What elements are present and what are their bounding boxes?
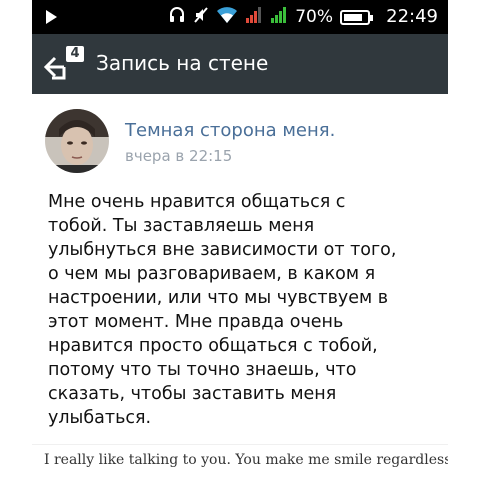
- battery-icon: [340, 9, 373, 25]
- wifi-icon: [216, 6, 238, 28]
- post-timestamp: вчера в 22:15: [125, 147, 233, 165]
- clock: 22:49: [386, 6, 438, 27]
- signal-icon: [270, 6, 288, 28]
- status-icons: 70%: [168, 6, 373, 28]
- avatar[interactable]: [45, 109, 109, 173]
- signal-icon: [245, 6, 263, 28]
- page-title: Запись на стене: [96, 51, 269, 75]
- play-icon: [46, 10, 57, 24]
- battery-percent: 70%: [295, 7, 333, 27]
- back-button[interactable]: 4: [44, 44, 84, 84]
- english-caption: I really like talking to you. You make m…: [44, 452, 448, 468]
- post-author-link[interactable]: Темная сторона меня.: [125, 120, 335, 141]
- post-text: Мне очень нравится общаться с тобой. Ты …: [48, 192, 397, 428]
- notification-badge: 4: [66, 46, 84, 62]
- mute-icon: [193, 6, 209, 28]
- phone-screen: 70% 22:49 4 Запись на стене Темная сторо…: [32, 0, 448, 480]
- divider: [32, 444, 448, 445]
- status-bar: 70% 22:49: [32, 0, 448, 34]
- action-bar: 4 Запись на стене: [32, 34, 448, 94]
- headset-icon: [168, 6, 186, 28]
